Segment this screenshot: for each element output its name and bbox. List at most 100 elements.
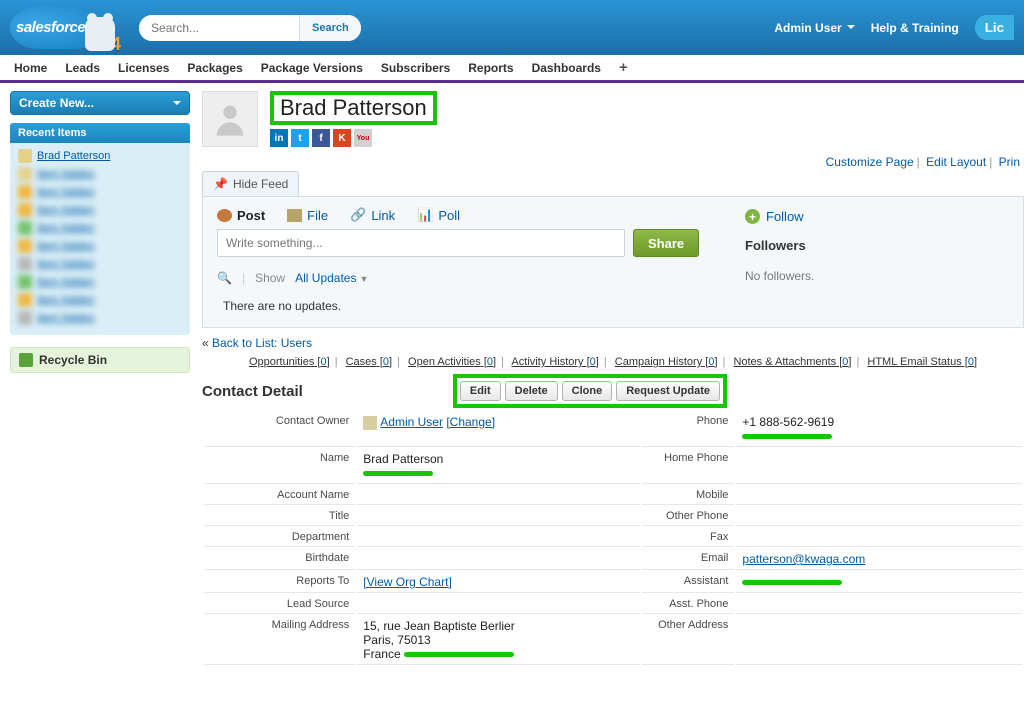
- recent-item[interactable]: Item hidden: [16, 165, 184, 183]
- rel-html-email-status[interactable]: HTML Email Status [0]: [867, 356, 977, 368]
- recycle-bin[interactable]: Recycle Bin: [10, 347, 190, 373]
- nav-add-tab[interactable]: +: [619, 59, 628, 76]
- field-label: Asst. Phone: [642, 595, 734, 614]
- field-label: Mailing Address: [204, 616, 355, 665]
- share-button[interactable]: Share: [633, 229, 699, 257]
- no-updates-text: There are no updates.: [223, 299, 1009, 313]
- feed-filter[interactable]: All Updates▼: [295, 271, 368, 285]
- page-title: Brad Patterson: [270, 91, 437, 125]
- delete-button[interactable]: Delete: [505, 381, 558, 401]
- recent-item[interactable]: Item hidden: [16, 309, 184, 327]
- back-to-list-link[interactable]: Back to List: Users: [212, 336, 312, 350]
- nav-subscribers[interactable]: Subscribers: [381, 61, 450, 75]
- search-feed-icon[interactable]: 🔍: [217, 271, 232, 285]
- license-button[interactable]: Lic: [975, 15, 1014, 40]
- recent-item[interactable]: Item hidden: [16, 219, 184, 237]
- salesforce-logo[interactable]: salesforce 14: [10, 7, 121, 49]
- sidebar: Create New... Recent Items Brad Patterso…: [10, 91, 190, 667]
- field-label: Assistant: [642, 572, 734, 593]
- field-label: Reports To: [204, 572, 355, 593]
- recent-items-title: Recent Items: [10, 123, 190, 143]
- print-link[interactable]: Prin: [999, 155, 1020, 169]
- contact-icon: [18, 149, 32, 163]
- hide-feed-tab[interactable]: 📌Hide Feed: [202, 171, 299, 196]
- recent-item[interactable]: Item hidden: [16, 291, 184, 309]
- rel-opportunities[interactable]: Opportunities [0]: [249, 356, 330, 368]
- file-tab[interactable]: File: [287, 208, 328, 223]
- email-link[interactable]: patterson@kwaga.com: [742, 552, 865, 566]
- owner-link[interactable]: Admin User: [380, 415, 443, 429]
- post-icon: [217, 209, 232, 222]
- chatter-feed: Post File 🔗Link 📊Poll Share +Follow Foll…: [202, 196, 1024, 328]
- post-tab[interactable]: Post: [217, 208, 265, 223]
- related-lists-row: Opportunities [0]| Cases [0]| Open Activ…: [202, 356, 1024, 368]
- link-tab[interactable]: 🔗Link: [350, 207, 395, 223]
- facebook-icon[interactable]: f: [312, 129, 330, 147]
- field-label: Lead Source: [204, 595, 355, 614]
- twitter-icon[interactable]: t: [291, 129, 309, 147]
- rel-open-activities[interactable]: Open Activities [0]: [408, 356, 496, 368]
- recent-item[interactable]: Item hidden: [16, 201, 184, 219]
- field-label: Contact Owner: [204, 412, 355, 447]
- youtube-icon[interactable]: You: [354, 129, 372, 147]
- name-value: Brad Patterson: [363, 452, 443, 466]
- clone-button[interactable]: Clone: [562, 381, 613, 401]
- link-icon: 🔗: [350, 207, 366, 223]
- recycle-icon: [19, 353, 33, 367]
- linkedin-icon[interactable]: in: [270, 129, 288, 147]
- nav-package-versions[interactable]: Package Versions: [261, 61, 363, 75]
- recent-item[interactable]: Item hidden: [16, 255, 184, 273]
- recent-item[interactable]: Brad Patterson: [16, 147, 184, 165]
- field-label: Home Phone: [642, 449, 734, 484]
- customize-page-link[interactable]: Customize Page: [826, 155, 914, 169]
- create-new-menu[interactable]: Create New...: [10, 91, 190, 115]
- recent-items-box: Recent Items Brad Patterson Item hidden …: [10, 123, 190, 335]
- recent-item[interactable]: Item hidden: [16, 273, 184, 291]
- mailing-address-value: 15, rue Jean Baptiste Berlier Paris, 750…: [357, 616, 640, 665]
- field-label: Department: [204, 528, 355, 547]
- rel-notes-attachments[interactable]: Notes & Attachments [0]: [733, 356, 851, 368]
- field-label: Other Address: [642, 616, 734, 665]
- search-input[interactable]: [139, 15, 299, 41]
- pin-icon: 📌: [213, 177, 228, 191]
- compose-input[interactable]: [217, 229, 625, 257]
- nav-reports[interactable]: Reports: [468, 61, 513, 75]
- rel-campaign-history[interactable]: Campaign History [0]: [615, 356, 718, 368]
- contact-detail-heading: Contact Detail: [202, 383, 303, 400]
- plus-icon: +: [745, 209, 760, 224]
- detail-buttons: Edit Delete Clone Request Update: [453, 374, 727, 408]
- contact-detail-table: Contact Owner Admin User [Change] Phone …: [202, 410, 1024, 667]
- nav-packages[interactable]: Packages: [187, 61, 242, 75]
- recent-item[interactable]: Item hidden: [16, 237, 184, 255]
- change-owner-link[interactable]: [Change]: [446, 415, 495, 429]
- edit-layout-link[interactable]: Edit Layout: [926, 155, 986, 169]
- field-label: Phone: [642, 412, 734, 447]
- nav-leads[interactable]: Leads: [65, 61, 100, 75]
- rel-cases[interactable]: Cases [0]: [346, 356, 393, 368]
- poll-icon: 📊: [417, 207, 433, 223]
- request-update-button[interactable]: Request Update: [616, 381, 720, 401]
- global-header: salesforce 14 Search Admin User Help & T…: [0, 0, 1024, 55]
- poll-tab[interactable]: 📊Poll: [417, 207, 460, 223]
- nav-home[interactable]: Home: [14, 61, 47, 75]
- phone-value: +1 888-562-9619: [742, 415, 834, 429]
- main-nav: Home Leads Licenses Packages Package Ver…: [0, 55, 1024, 83]
- view-org-chart-link[interactable]: [View Org Chart]: [363, 575, 451, 589]
- field-label: Title: [204, 507, 355, 526]
- nav-dashboards[interactable]: Dashboards: [532, 61, 601, 75]
- field-label: Account Name: [204, 486, 355, 505]
- follow-button[interactable]: +Follow: [745, 209, 1005, 224]
- nav-licenses[interactable]: Licenses: [118, 61, 169, 75]
- recent-item[interactable]: Item hidden: [16, 183, 184, 201]
- search-button[interactable]: Search: [299, 15, 361, 41]
- field-label: Birthdate: [204, 549, 355, 570]
- field-label: Fax: [642, 528, 734, 547]
- followers-heading: Followers: [745, 238, 1005, 253]
- edit-button[interactable]: Edit: [460, 381, 501, 401]
- help-link[interactable]: Help & Training: [871, 21, 959, 35]
- global-search: Search: [139, 15, 361, 41]
- klout-icon[interactable]: K: [333, 129, 351, 147]
- rel-activity-history[interactable]: Activity History [0]: [511, 356, 598, 368]
- field-label: Other Phone: [642, 507, 734, 526]
- user-menu[interactable]: Admin User: [774, 21, 854, 35]
